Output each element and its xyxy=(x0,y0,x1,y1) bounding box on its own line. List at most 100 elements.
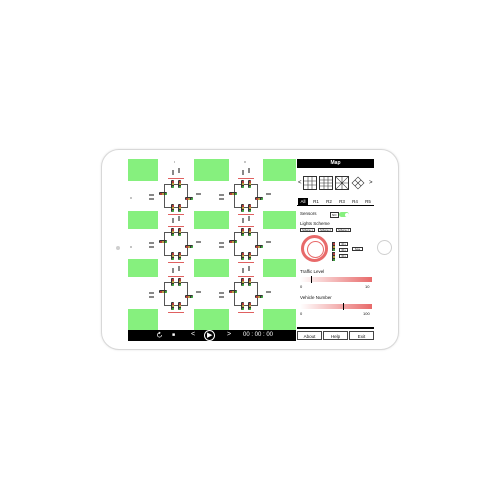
play-icon: ▶ xyxy=(207,332,213,339)
exit-button[interactable]: Exit xyxy=(349,331,374,340)
traffic-light-icon xyxy=(171,278,174,286)
grass-block xyxy=(128,259,158,277)
car xyxy=(172,170,174,175)
traffic-light-icon xyxy=(185,245,193,248)
about-button[interactable]: About xyxy=(297,331,322,340)
scheme-1-button[interactable]: Scheme 1 xyxy=(300,228,315,232)
stop-line xyxy=(238,214,254,215)
traffic-map[interactable]: I II II II xyxy=(128,159,296,330)
stop-button[interactable]: ■ xyxy=(172,332,175,338)
traffic-light-icon xyxy=(178,204,181,212)
stop-line xyxy=(168,214,184,215)
traffic-light-icon xyxy=(255,245,263,248)
tab-all[interactable]: All xyxy=(298,198,308,205)
grass-block xyxy=(263,309,296,330)
save-button[interactable]: Save xyxy=(352,247,363,251)
sensors-toggle[interactable] xyxy=(339,212,349,217)
stop-line xyxy=(168,226,184,227)
grid-map-icon[interactable] xyxy=(335,176,349,190)
time-display: 00 : 00 : 00 xyxy=(243,332,274,338)
car xyxy=(149,198,154,200)
stop-line xyxy=(238,276,254,277)
car xyxy=(178,266,180,271)
yellow-duration-button[interactable]: 30 s xyxy=(339,248,348,252)
traffic-light-icon xyxy=(241,180,244,188)
tab-r5[interactable]: R5 xyxy=(363,198,373,205)
traffic-light-icon xyxy=(171,302,174,310)
traffic-light-icon xyxy=(248,278,251,286)
car xyxy=(266,291,271,293)
car xyxy=(248,266,250,271)
traffic-light-icon xyxy=(178,302,181,310)
home-button[interactable] xyxy=(377,240,392,255)
traffic-level-thumb[interactable] xyxy=(310,276,312,283)
traffic-light-icon xyxy=(159,240,167,243)
car xyxy=(242,268,244,273)
grid-map-icon[interactable] xyxy=(303,176,317,190)
car xyxy=(178,168,180,173)
vehicle-number-slider[interactable] xyxy=(300,304,372,309)
grid-map-icon[interactable] xyxy=(351,176,365,190)
car xyxy=(196,193,201,195)
grass-block xyxy=(128,211,158,229)
car xyxy=(172,218,174,223)
scheme-prev-arrow[interactable]: < xyxy=(298,180,302,186)
car xyxy=(196,291,201,293)
route-tabs: All R1 R2 R3 R4 R5 xyxy=(297,198,374,205)
tab-r1[interactable]: R1 xyxy=(311,198,321,205)
traffic-light-icon xyxy=(248,252,251,260)
divider xyxy=(297,205,374,206)
traffic-light-icon xyxy=(171,252,174,260)
traffic-light-icon xyxy=(229,290,237,293)
refresh-icon[interactable] xyxy=(156,331,163,341)
traffic-light-icon xyxy=(255,295,263,298)
car xyxy=(242,170,244,175)
play-button[interactable]: ▶ xyxy=(204,330,215,341)
grass-block xyxy=(128,159,158,181)
stop-line xyxy=(168,262,184,263)
scheme-next-arrow[interactable]: > xyxy=(369,180,373,186)
traffic-light-icon xyxy=(178,252,181,260)
traffic-light-icon xyxy=(248,180,251,188)
stop-line xyxy=(168,178,184,179)
intersection xyxy=(164,282,188,306)
grass-block xyxy=(194,159,229,181)
car xyxy=(219,242,224,244)
prev-button[interactable]: < xyxy=(191,331,195,338)
vehicle-min: 0 xyxy=(300,311,303,316)
stop-line xyxy=(168,276,184,277)
tab-r3[interactable]: R3 xyxy=(337,198,347,205)
stop-line xyxy=(168,312,184,313)
lane-label: II xyxy=(130,196,132,200)
car xyxy=(219,292,224,294)
car xyxy=(219,296,224,298)
traffic-light-icon xyxy=(185,295,193,298)
traffic-light-icon xyxy=(248,302,251,310)
tab-r4[interactable]: R4 xyxy=(350,198,360,205)
stop-line xyxy=(238,262,254,263)
car xyxy=(149,296,154,298)
traffic-light-icon xyxy=(255,197,263,200)
scheme-3-button[interactable]: Scheme 3 xyxy=(336,228,351,232)
traffic-light-icon xyxy=(332,242,335,251)
red-duration-button[interactable]: 30 s xyxy=(339,242,348,246)
stop-line xyxy=(238,312,254,313)
lights-cycle-dial[interactable] xyxy=(301,235,328,262)
car xyxy=(178,216,180,221)
vehicle-number-thumb[interactable] xyxy=(343,303,345,310)
traffic-level-label: Traffic Level xyxy=(300,269,325,274)
car xyxy=(219,194,224,196)
tab-r2[interactable]: R2 xyxy=(324,198,334,205)
divider xyxy=(297,327,374,329)
intersection xyxy=(164,184,188,208)
grid-map-icon[interactable] xyxy=(319,176,333,190)
help-button[interactable]: Help xyxy=(323,331,348,340)
lane-label: II xyxy=(244,160,246,164)
next-button[interactable]: > xyxy=(227,331,231,338)
scheme-2-button[interactable]: Scheme 2 xyxy=(318,228,333,232)
grass-block xyxy=(128,309,158,330)
intersection xyxy=(234,184,258,208)
green-duration-button[interactable]: 30 s xyxy=(339,254,348,258)
car xyxy=(149,246,154,248)
vehicle-number-label: Vehicle Number xyxy=(300,295,332,300)
